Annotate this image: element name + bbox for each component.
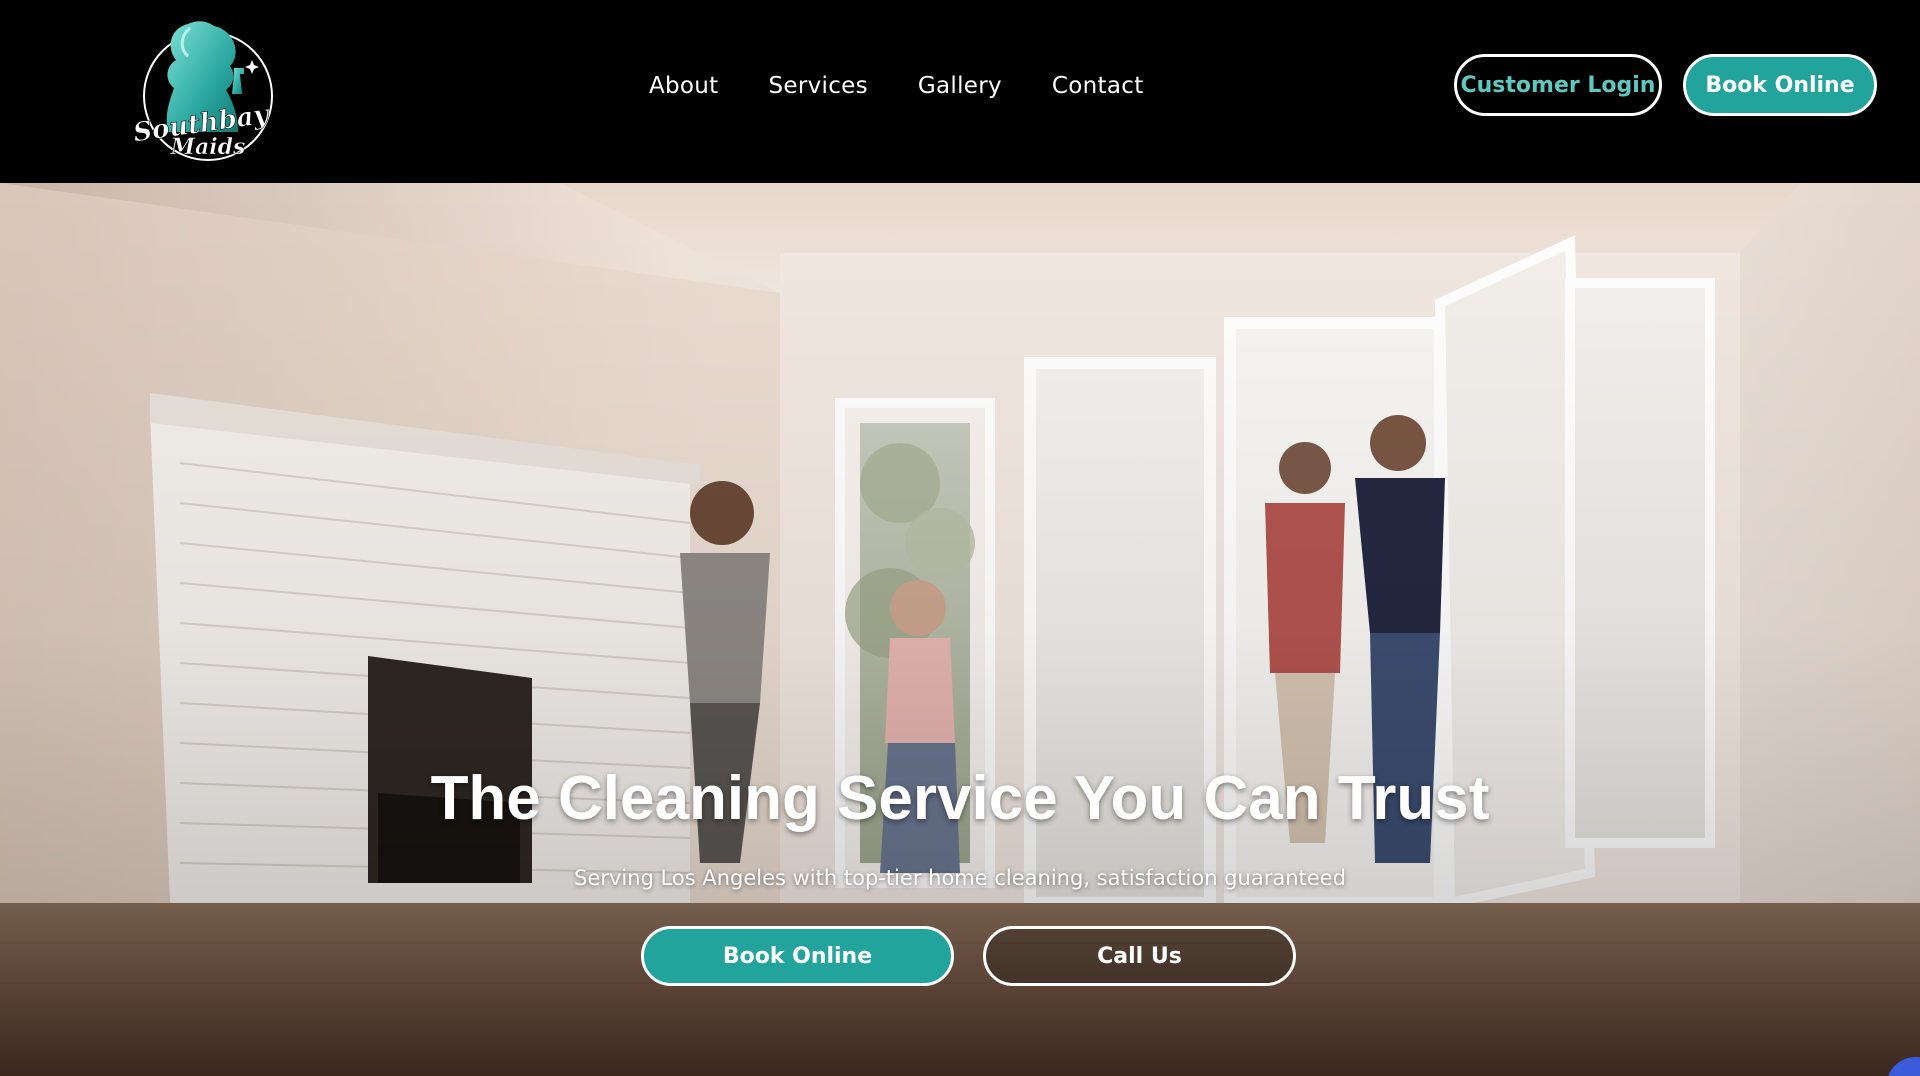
hero-overlay: [0, 183, 1920, 1076]
nav-contact[interactable]: Contact: [1052, 73, 1144, 99]
nav-gallery[interactable]: Gallery: [918, 73, 1002, 99]
hero-call-us-button[interactable]: Call Us: [983, 926, 1296, 986]
logo-graphic: Southbay Maids: [131, 21, 273, 161]
hero-title: The Cleaning Service You Can Trust: [430, 764, 1490, 833]
hero-section: The Cleaning Service You Can Trust Servi…: [0, 183, 1920, 1076]
hero-subtitle: Serving Los Angeles with top-tier home c…: [574, 866, 1346, 890]
customer-login-button[interactable]: Customer Login: [1454, 54, 1662, 116]
nav-about[interactable]: About: [649, 73, 719, 99]
main-nav: About Services Gallery Contact: [649, 68, 1144, 104]
book-online-header-button[interactable]: Book Online: [1683, 54, 1877, 116]
hero-book-online-button[interactable]: Book Online: [641, 926, 954, 986]
svg-text:Maids: Maids: [170, 134, 246, 160]
nav-services[interactable]: Services: [769, 73, 868, 99]
site-header: Southbay Maids About Services Gallery Co…: [0, 0, 1920, 183]
southbay-maids-logo[interactable]: Southbay Maids: [130, 14, 282, 166]
